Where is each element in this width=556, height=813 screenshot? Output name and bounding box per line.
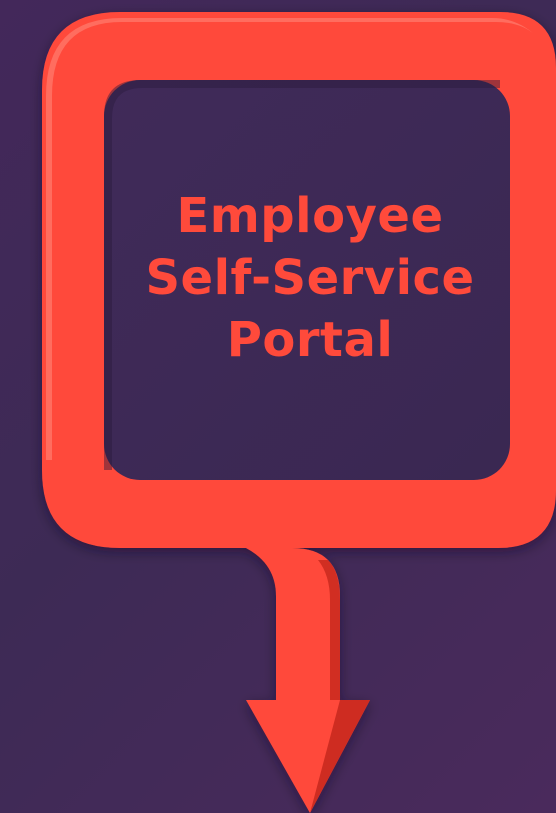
portal-title: Employee Self-Service Portal: [110, 185, 510, 371]
title-line-2: Self-Service: [145, 250, 475, 306]
title-line-1: Employee: [176, 188, 444, 244]
arrow-frame-graphic: [42, 12, 556, 813]
title-line-3: Portal: [226, 312, 394, 368]
